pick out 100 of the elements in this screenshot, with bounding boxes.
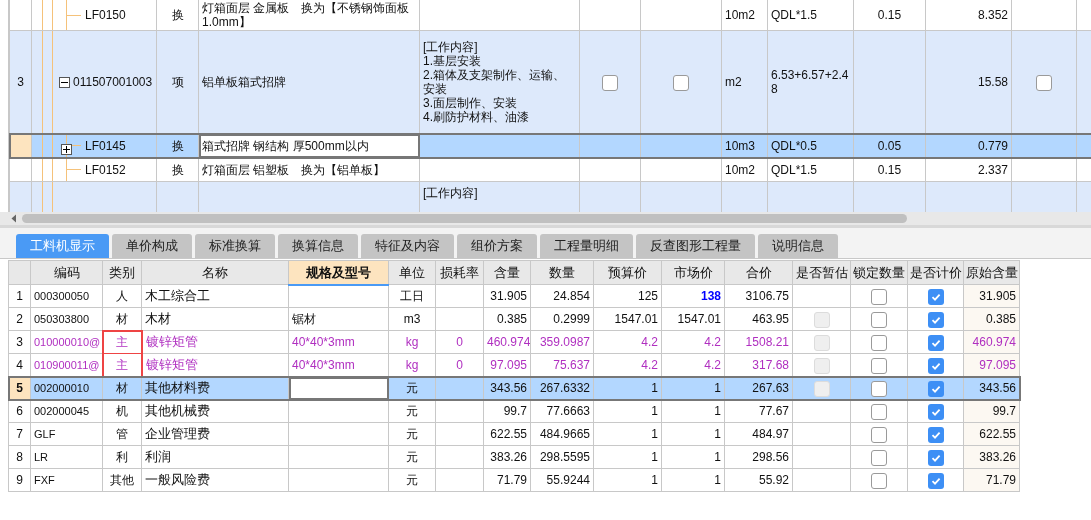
column-header[interactable]: 名称 — [141, 260, 289, 285]
tab[interactable]: 反查图形工程量 — [636, 234, 755, 258]
quantity-text: 8.352 — [977, 8, 1008, 22]
original-content-text: 99.7 — [992, 404, 1016, 418]
tab[interactable]: 工程量明细 — [540, 234, 633, 258]
quantity-text: 77.6663 — [546, 404, 590, 418]
tree-branch-line — [67, 14, 81, 16]
type-text: 人 — [116, 289, 128, 303]
unit-text: 元 — [406, 473, 418, 487]
code-text: 011507001003 — [73, 74, 153, 91]
code-text: LR — [34, 450, 49, 463]
checkbox[interactable] — [871, 334, 887, 351]
column-header[interactable]: 是否计价 — [907, 260, 964, 285]
checkbox[interactable] — [871, 426, 887, 443]
unit-text: 元 — [406, 427, 418, 441]
name-text: 灯箱面层 金属板 换为【不锈钢饰面板1.0mm】 — [202, 1, 411, 29]
total-price-text: 3106.75 — [745, 289, 789, 303]
row-number: 3 — [16, 335, 23, 349]
checkbox[interactable] — [927, 311, 944, 328]
checkbox[interactable] — [871, 311, 887, 328]
checkbox[interactable] — [927, 449, 944, 466]
row-number: 4 — [16, 358, 23, 372]
feature-line: [工作内容] — [423, 40, 479, 54]
checkbox[interactable] — [871, 288, 887, 305]
type-text: 其他 — [110, 473, 134, 487]
name-text: 企业管理费 — [145, 426, 210, 442]
unit-text: kg — [405, 335, 419, 349]
feature-line: 4.刷防护材料、油漆 — [423, 110, 530, 124]
checkbox[interactable] — [1036, 74, 1052, 91]
code-text: 010900011@ — [34, 358, 100, 371]
name-text: 木材 — [145, 311, 171, 327]
tab[interactable]: 特征及内容 — [361, 234, 454, 258]
column-header[interactable]: 损耗率 — [435, 260, 484, 285]
type-text: 项 — [171, 75, 184, 89]
market-price-text: 1 — [714, 427, 721, 441]
column-header[interactable]: 预算价 — [593, 260, 662, 285]
column-header[interactable]: 是否暂估 — [792, 260, 851, 285]
name-text: 箱式招牌 钢结构 厚500mm以内 — [202, 138, 370, 153]
code-text: GLF — [34, 427, 56, 440]
budget-price-text: 1547.01 — [614, 312, 658, 326]
checkbox[interactable] — [871, 357, 887, 374]
checkbox[interactable] — [927, 403, 944, 420]
column-header[interactable]: 市场价 — [661, 260, 725, 285]
loss-rate-text: 0 — [456, 358, 463, 372]
content-text: 0.385 — [496, 312, 527, 326]
checkbox[interactable] — [673, 74, 689, 91]
horizontal-scrollbar[interactable] — [0, 212, 1091, 225]
unit-text: m2 — [725, 75, 742, 89]
type-text: 主 — [116, 335, 128, 350]
checkbox[interactable] — [871, 449, 887, 466]
quantity-text: 0.779 — [977, 138, 1008, 153]
coefficient-text: 0.05 — [877, 138, 902, 153]
tab[interactable]: 单价构成 — [112, 234, 192, 258]
row-number: 1 — [16, 289, 23, 303]
row-number: 5 — [16, 381, 23, 395]
tab[interactable]: 标准换算 — [195, 234, 275, 258]
scroll-left-icon[interactable] — [10, 214, 18, 223]
checkbox[interactable] — [871, 472, 887, 489]
type-text: 管 — [116, 427, 128, 441]
checkbox[interactable] — [927, 357, 944, 374]
checkbox[interactable] — [871, 380, 887, 397]
content-text: 622.55 — [490, 427, 527, 441]
checkbox[interactable] — [927, 426, 944, 443]
column-header[interactable]: 类别 — [102, 260, 142, 285]
formula-text: 6.53+6.57+2.48 — [771, 68, 850, 96]
tab[interactable]: 说明信息 — [758, 234, 838, 258]
name-text: 镀锌矩管 — [145, 334, 198, 350]
coefficient-text: 0.15 — [877, 162, 902, 177]
type-text: 机 — [116, 404, 128, 418]
column-header[interactable]: 原始含量 — [963, 260, 1020, 285]
quantity-text: 484.9665 — [539, 427, 590, 441]
scrollbar-thumb[interactable] — [22, 214, 907, 223]
column-header[interactable]: 锁定数量 — [850, 260, 908, 285]
original-content-text: 0.385 — [985, 312, 1016, 326]
market-price-text: 1 — [714, 473, 721, 487]
checkbox[interactable] — [927, 288, 944, 305]
total-price-text: 298.56 — [752, 450, 789, 464]
column-header[interactable]: 单位 — [388, 260, 436, 285]
column-header[interactable]: 合价 — [724, 260, 793, 285]
checkbox[interactable] — [927, 380, 944, 397]
quantity-text: 0.2999 — [553, 312, 590, 326]
checkbox[interactable] — [927, 472, 944, 489]
formula-text: QDL*1.5 — [771, 162, 819, 177]
quantity-text: 359.0987 — [539, 335, 590, 349]
checkbox[interactable] — [602, 74, 618, 91]
checkbox[interactable] — [871, 403, 887, 420]
column-header[interactable]: 规格及型号 — [288, 260, 389, 285]
quantity-text: 15.58 — [977, 75, 1008, 89]
tab[interactable]: 换算信息 — [278, 234, 358, 258]
expand-icon[interactable] — [61, 144, 72, 155]
collapse-icon[interactable] — [59, 76, 70, 88]
column-header[interactable]: 数量 — [530, 260, 594, 285]
spec-text: 40*40*3mm — [292, 335, 355, 349]
column-header[interactable]: 编码 — [30, 260, 103, 285]
checkbox[interactable] — [927, 334, 944, 351]
tab[interactable]: 组价方案 — [457, 234, 537, 258]
column-header[interactable]: 含量 — [483, 260, 531, 285]
row-number: 7 — [16, 427, 23, 441]
unit-text: 元 — [406, 404, 418, 418]
unit-text: 元 — [406, 450, 418, 464]
